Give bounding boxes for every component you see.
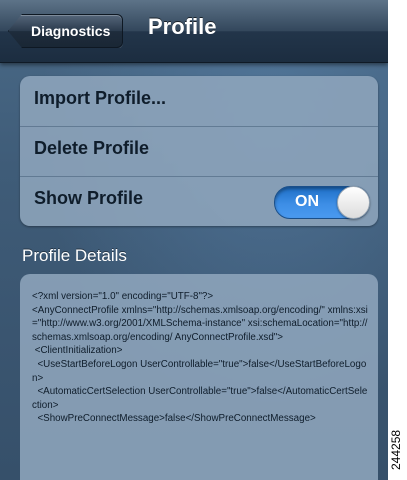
profile-actions-group: Import Profile... Delete Profile Show Pr… (20, 76, 378, 226)
diagnostics-back-button[interactable]: Diagnostics (8, 14, 124, 48)
show-profile-label: Show Profile (34, 188, 144, 208)
navigation-bar: Diagnostics Profile (0, 0, 388, 63)
toggle-knob[interactable] (337, 186, 370, 219)
delete-profile-row[interactable]: Delete Profile (20, 126, 378, 177)
figure-id-label: 244258 (389, 429, 403, 470)
ios-screen: Diagnostics Profile Import Profile... De… (0, 0, 388, 480)
page-title: Profile (148, 14, 217, 39)
profile-details-panel[interactable]: <?xml version="1.0" encoding="UTF-8"?> <… (20, 274, 378, 480)
delete-profile-label: Delete Profile (34, 138, 150, 158)
show-profile-toggle[interactable]: ON (274, 186, 370, 219)
import-profile-row[interactable]: Import Profile... (20, 76, 378, 127)
profile-details-heading: Profile Details (22, 246, 127, 265)
import-profile-label: Import Profile... (34, 88, 167, 108)
profile-xml-content: <?xml version="1.0" encoding="UTF-8"?> <… (32, 291, 368, 425)
toggle-on-label: ON (295, 193, 319, 210)
show-profile-row: Show Profile ON (20, 176, 378, 226)
